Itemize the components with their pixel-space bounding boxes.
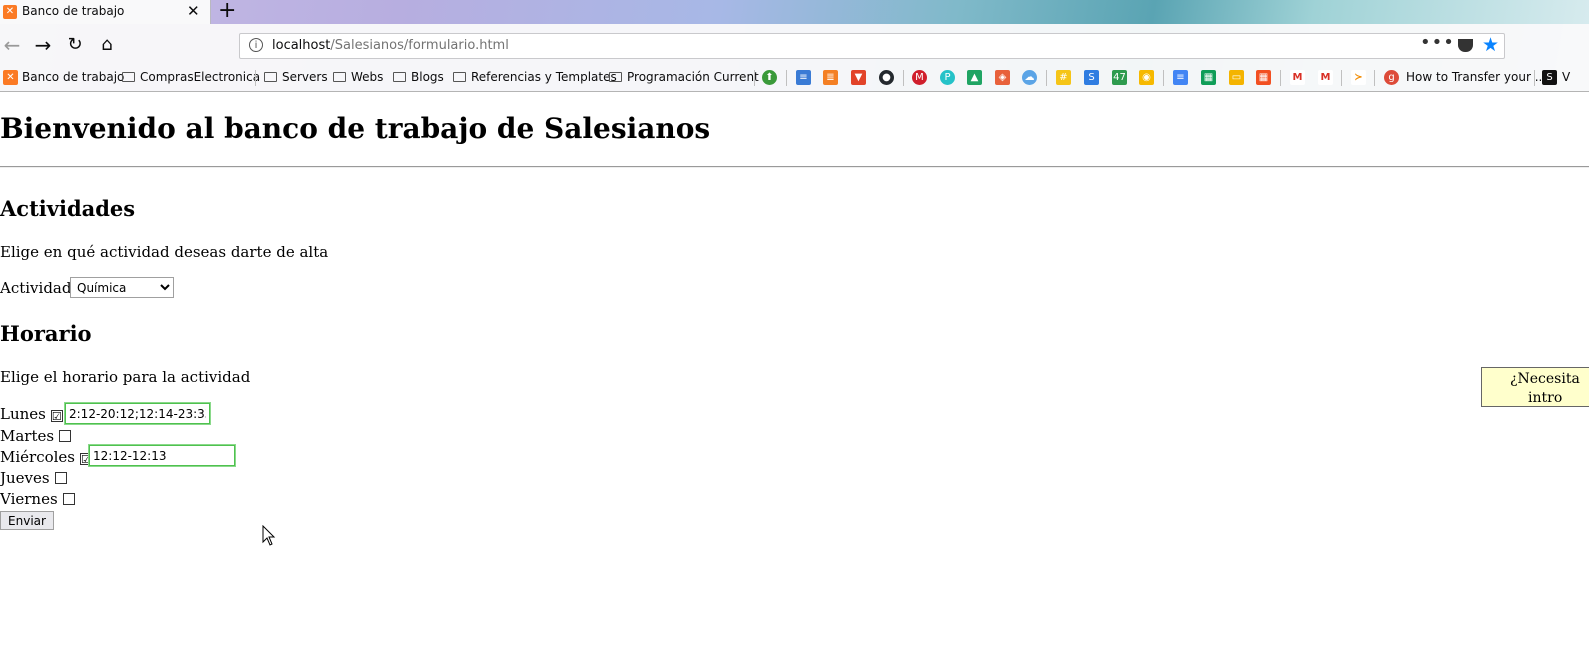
separator — [1374, 70, 1375, 86]
info-icon[interactable]: i — [249, 38, 263, 52]
pocket-icon[interactable] — [1458, 39, 1473, 52]
checkbox-viernes[interactable] — [62, 493, 75, 505]
separator — [1163, 70, 1164, 86]
reload-icon[interactable]: ↻ — [61, 31, 89, 59]
back-arrow-icon[interactable]: ← — [0, 31, 26, 59]
bookmark-folder-programacion[interactable]: Programación Current — [609, 70, 759, 84]
submit-button[interactable]: Enviar — [0, 511, 54, 530]
gitlab-icon[interactable]: ▼ — [851, 70, 866, 85]
navigation-bar: ← → ↻ ⌂ i localhost/Salesianos/formulari… — [0, 24, 1589, 66]
bookmark-folder-servers[interactable]: Servers — [264, 70, 328, 84]
hash-icon[interactable]: # — [1056, 70, 1071, 85]
tab-banco-de-trabajo[interactable]: ✕ Banco de trabajo ✕ — [0, 0, 211, 24]
day-label: Martes — [0, 427, 55, 445]
folder-icon — [609, 72, 622, 82]
cloud-icon[interactable]: ☁ — [1022, 70, 1037, 85]
folder-icon — [453, 72, 466, 82]
separator — [786, 70, 787, 86]
page-actions-icon[interactable]: ••• — [1420, 32, 1455, 53]
tooltip-line-2: intro — [1528, 390, 1563, 406]
mouse-cursor-icon — [262, 525, 276, 546]
bookmark-folder-referencias[interactable]: Referencias y Templates — [453, 70, 617, 84]
chevron-right-icon[interactable]: ≻ — [1351, 70, 1366, 85]
day-row-viernes: Viernes — [0, 490, 75, 510]
day-row-miercoles: Miércoles ☑ — [0, 448, 93, 468]
folder-icon — [333, 72, 346, 82]
layers-icon[interactable]: ◈ — [995, 70, 1010, 85]
tooltip-line-1: ¿Necesita — [1510, 371, 1580, 387]
separator — [1280, 70, 1281, 86]
forward-arrow-icon[interactable]: → — [29, 31, 57, 59]
gmail-icon[interactable]: M — [1290, 70, 1305, 85]
checkbox-lunes[interactable]: ☑ — [50, 410, 63, 423]
stackoverflow-icon[interactable]: ≣ — [823, 70, 838, 85]
actividad-label: Actividad: — [0, 279, 77, 297]
sf-icon[interactable]: S — [1542, 70, 1557, 85]
time-input-lunes[interactable] — [65, 403, 210, 424]
tab-strip: ✕ Banco de trabajo ✕ + — [0, 0, 1589, 24]
day-label: Jueves — [0, 469, 50, 487]
horario-description: Elige el horario para la actividad — [0, 368, 251, 386]
browser-chrome: ✕ Banco de trabajo ✕ + ← → ↻ ⌂ i localho… — [0, 0, 1589, 92]
xampp-favicon-icon: ✕ — [3, 5, 17, 19]
section-title-horario: Horario — [0, 321, 92, 346]
badge-47-icon[interactable]: 47 — [1112, 70, 1127, 85]
separator — [1534, 70, 1535, 86]
close-tab-icon[interactable]: ✕ — [187, 2, 200, 20]
home-icon[interactable]: ⌂ — [93, 31, 121, 59]
bookmark-folder-webs[interactable]: Webs — [333, 70, 383, 84]
separator — [255, 70, 256, 86]
stack-icon[interactable]: ≡ — [796, 70, 811, 85]
bookmark-star-icon[interactable]: ★ — [1482, 34, 1499, 56]
google-docs-icon[interactable]: ≡ — [1173, 70, 1188, 85]
bookmark-truncated[interactable]: V — [1562, 70, 1570, 84]
day-label: Lunes — [0, 405, 46, 423]
address-bar[interactable]: i localhost/Salesianos/formulario.html •… — [239, 32, 1505, 59]
actividades-description: Elige en qué actividad deseas darte de a… — [0, 243, 329, 261]
time-input-miercoles[interactable] — [89, 445, 235, 466]
separator — [903, 70, 904, 86]
section-title-actividades: Actividades — [0, 196, 136, 221]
google-plus-icon[interactable]: g — [1384, 70, 1399, 85]
checkbox-martes[interactable] — [59, 430, 72, 442]
google-slides-icon[interactable]: ▭ — [1229, 70, 1244, 85]
day-label: Miércoles — [0, 448, 76, 466]
tooltip: ¿Necesita intro — [1481, 367, 1589, 407]
bookmark-how-to-transfer[interactable]: How to Transfer your ... — [1406, 70, 1546, 84]
tab-title: Banco de trabajo — [22, 4, 125, 18]
separator — [754, 70, 755, 86]
google-drive-icon[interactable]: ▲ — [967, 70, 982, 85]
xampp-icon: ✕ — [3, 70, 18, 85]
google-sheets-icon[interactable]: ▦ — [1201, 70, 1216, 85]
folder-icon — [122, 72, 135, 82]
folder-icon — [393, 72, 406, 82]
page-content: Bienvenido al banco de trabajo de Salesi… — [0, 92, 1589, 647]
separator — [1341, 70, 1342, 86]
bookmark-banco-de-trabajo[interactable]: Banco de trabajo — [22, 70, 124, 84]
separator — [1046, 70, 1047, 86]
green-circle-icon[interactable]: ⬆ — [762, 70, 777, 85]
bookmark-folder-blogs[interactable]: Blogs — [393, 70, 444, 84]
day-label: Viernes — [0, 490, 58, 508]
github-icon[interactable]: ● — [879, 70, 894, 85]
page-title: Bienvenido al banco de trabajo de Salesi… — [0, 112, 711, 145]
day-row-lunes: Lunes ☑ — [0, 405, 63, 425]
divider — [0, 166, 1589, 168]
day-row-jueves: Jueves — [0, 469, 67, 489]
new-tab-icon[interactable]: + — [218, 0, 236, 23]
url-text[interactable]: localhost/Salesianos/formulario.html — [272, 38, 509, 53]
actividad-select[interactable]: Química — [70, 277, 174, 298]
bookmark-folder-compraselectronica[interactable]: ComprasElectronica — [122, 70, 260, 84]
keep-bulb-icon[interactable]: ◉ — [1139, 70, 1154, 85]
s-icon[interactable]: S — [1084, 70, 1099, 85]
bookmarks-toolbar: ✕ Banco de trabajo ComprasElectronica Se… — [0, 66, 1589, 91]
day-row-martes: Martes — [0, 427, 72, 447]
mega-icon[interactable]: M — [912, 70, 927, 85]
gmail-icon-2[interactable]: M — [1318, 70, 1333, 85]
microsoft-icon[interactable]: ▦ — [1256, 70, 1271, 85]
checkbox-jueves[interactable] — [54, 472, 67, 484]
p-icon[interactable]: P — [940, 70, 955, 85]
folder-icon — [264, 72, 277, 82]
